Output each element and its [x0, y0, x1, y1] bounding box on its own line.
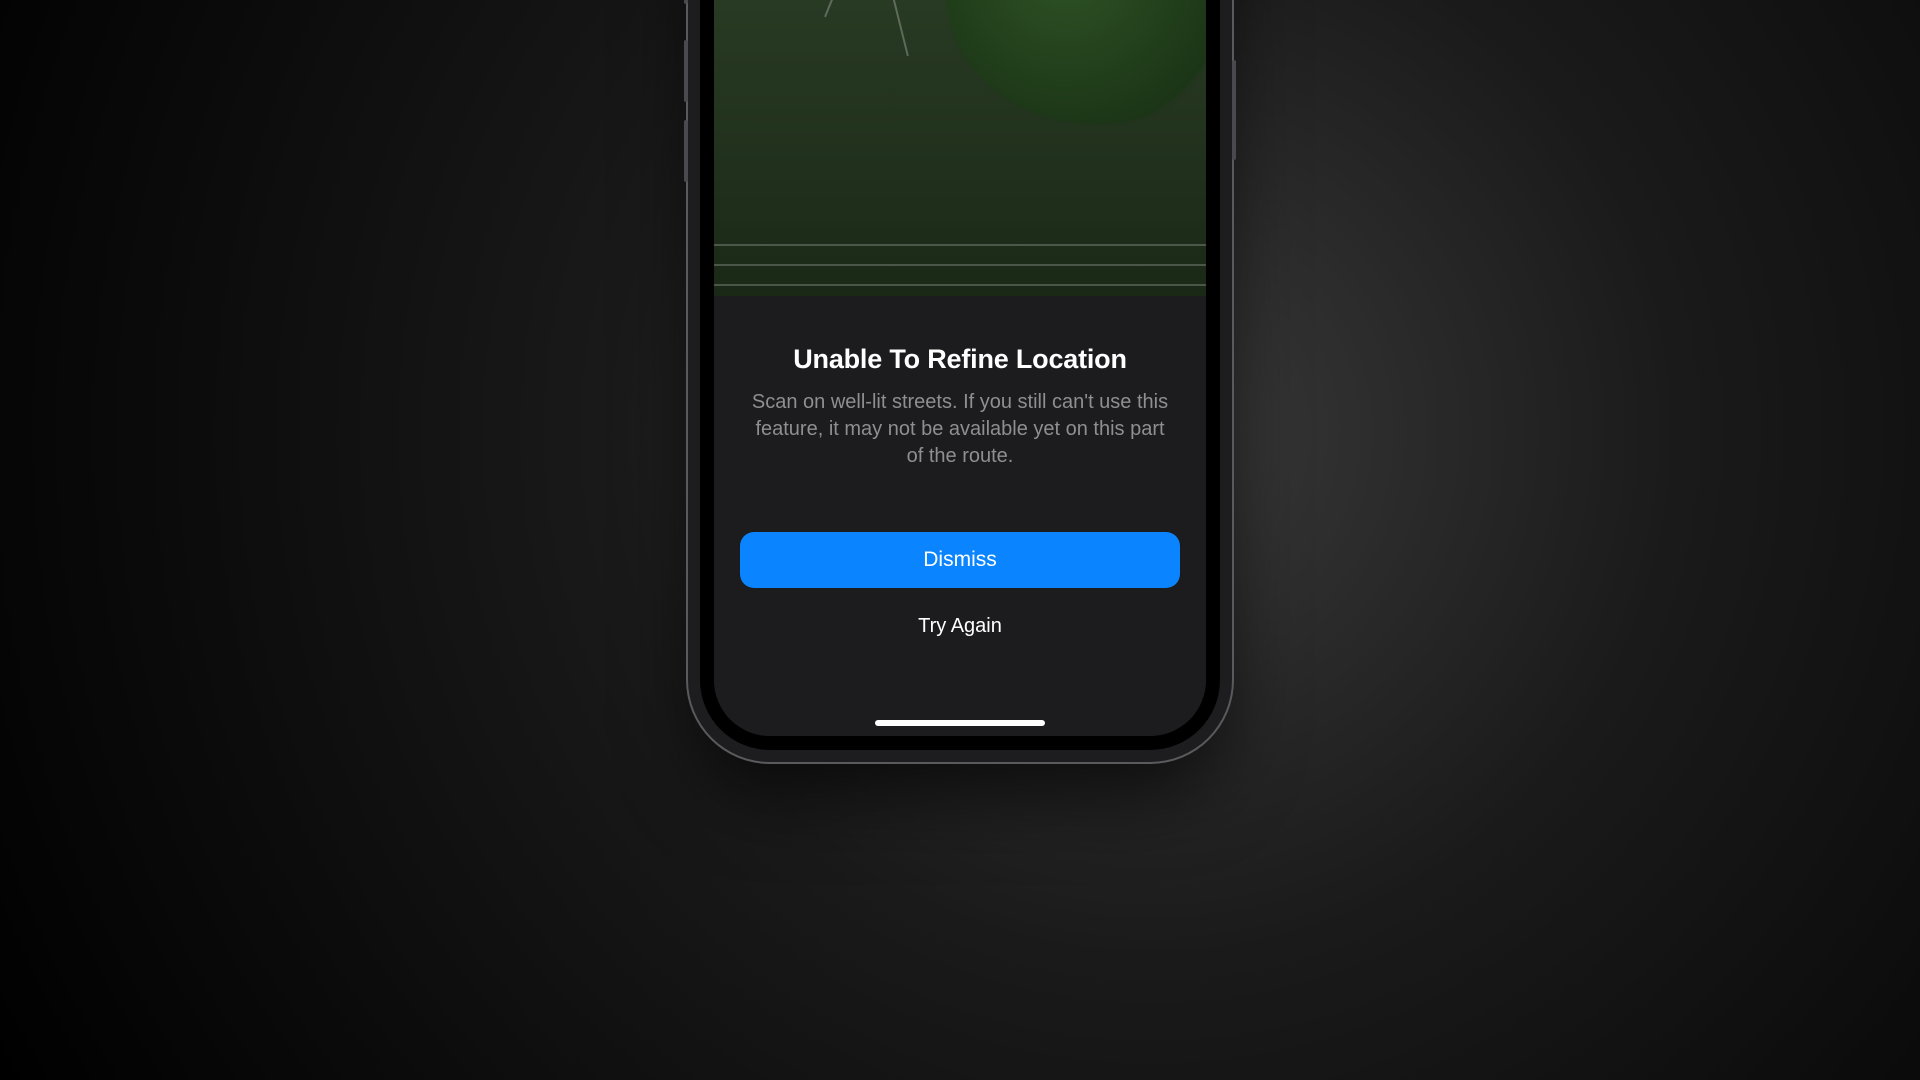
- home-indicator[interactable]: [875, 720, 1045, 726]
- screen: Unable To Refine Location Scan on well-l…: [714, 0, 1206, 736]
- decoration: [714, 244, 1206, 246]
- error-sheet: Unable To Refine Location Scan on well-l…: [714, 296, 1206, 736]
- decoration: [714, 284, 1206, 286]
- device-frame: Unable To Refine Location Scan on well-l…: [700, 0, 1220, 750]
- volume-up-button: [684, 40, 688, 102]
- power-button: [1232, 60, 1236, 160]
- volume-down-button: [684, 120, 688, 182]
- dismiss-button[interactable]: Dismiss: [740, 532, 1180, 588]
- silence-switch: [684, 0, 688, 4]
- sheet-title: Unable To Refine Location: [740, 344, 1180, 375]
- decoration: [844, 0, 908, 56]
- decoration: [824, 0, 915, 17]
- decoration: [714, 264, 1206, 266]
- decoration: [946, 0, 1206, 124]
- try-again-button[interactable]: Try Again: [740, 604, 1180, 648]
- decoration: [714, 0, 755, 34]
- sheet-body: Scan on well-lit streets. If you still c…: [750, 389, 1170, 470]
